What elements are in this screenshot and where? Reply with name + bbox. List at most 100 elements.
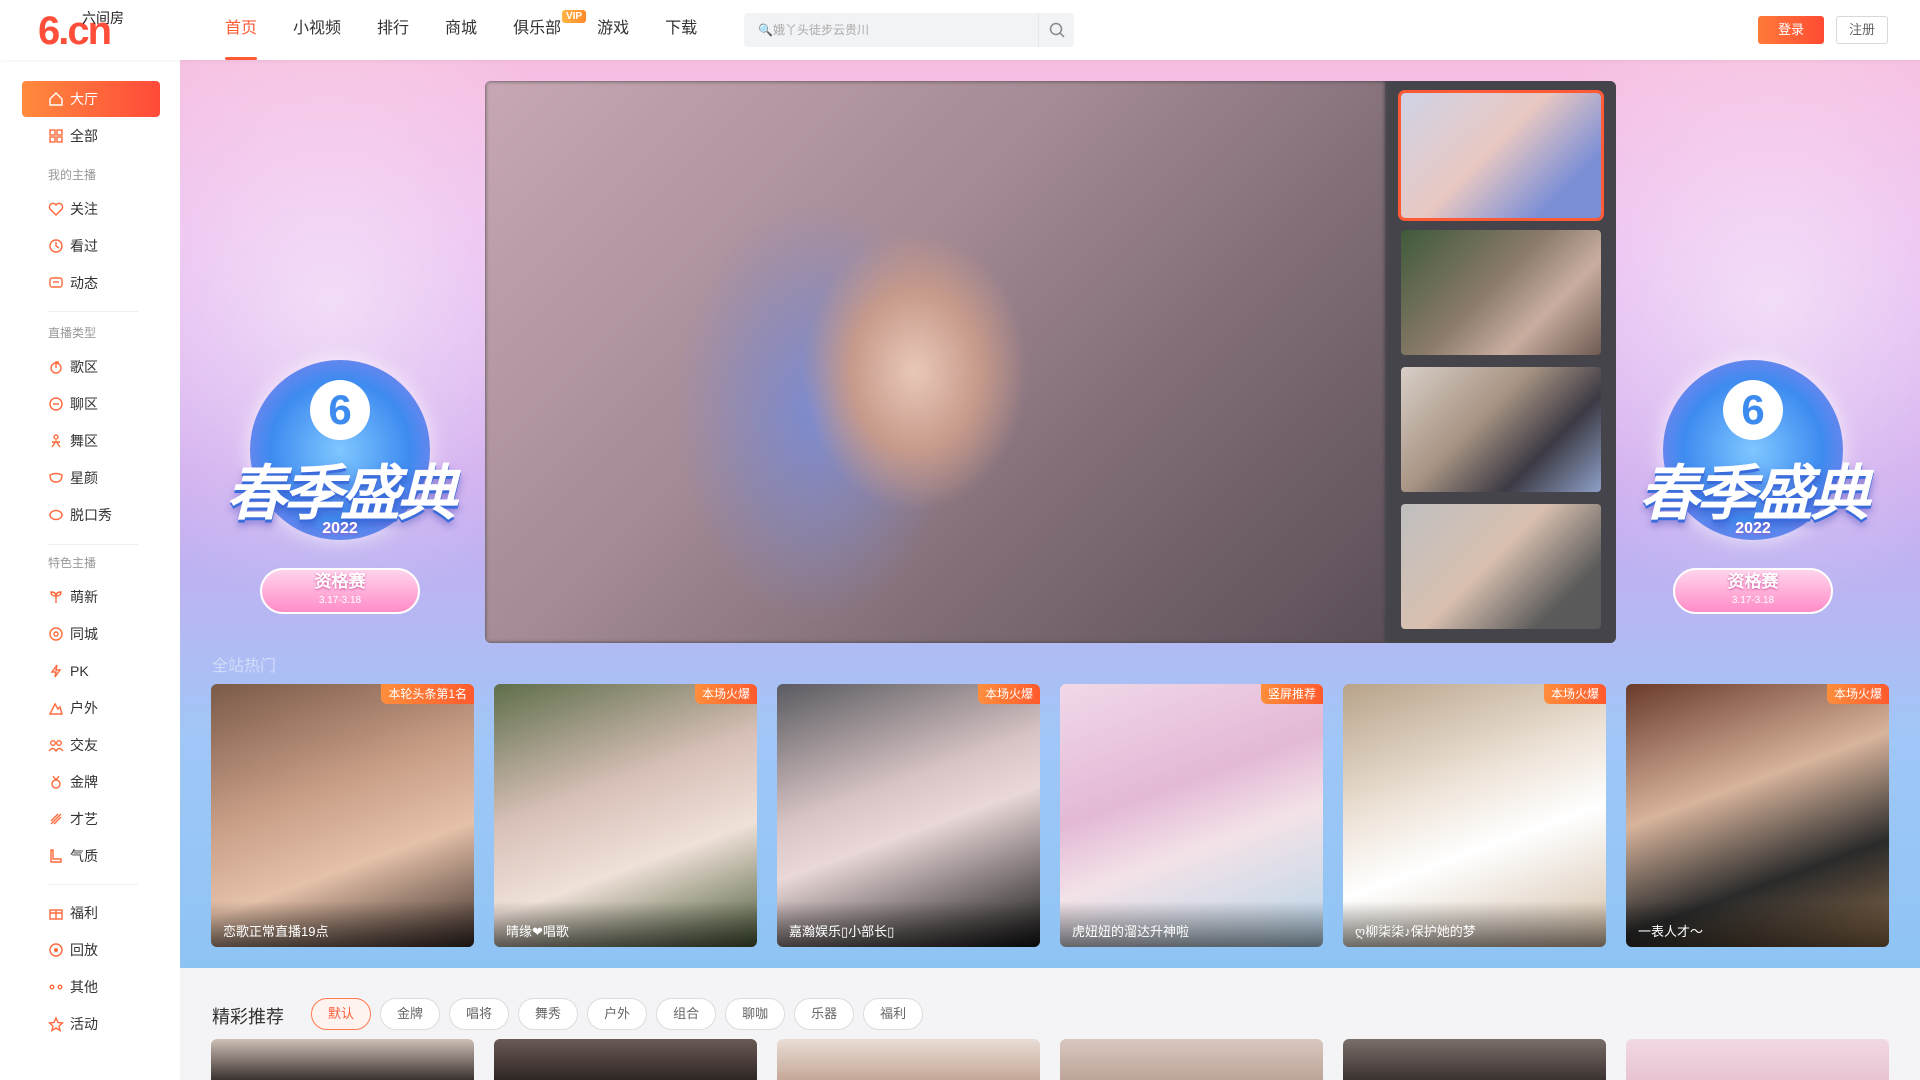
card-caption: 晴缘❤唱歌 <box>494 901 757 947</box>
stream-thumbnail[interactable] <box>1401 367 1601 492</box>
sidebar-item[interactable]: 萌新 <box>22 579 160 615</box>
mountain-icon <box>48 700 64 716</box>
friends-icon <box>48 737 64 753</box>
sidebar-item[interactable]: 聊区 <box>22 386 160 422</box>
live-video[interactable] <box>485 81 1385 643</box>
sidebar-item[interactable]: 才艺 <box>22 801 160 837</box>
sidebar-item-label: 金牌 <box>70 774 98 790</box>
nav-download[interactable]: 下载 <box>650 0 712 60</box>
nav-home[interactable]: 首页 <box>210 0 272 60</box>
filter-tab[interactable]: 户外 <box>587 998 648 1030</box>
recommend-stream-card[interactable] <box>1060 1039 1323 1080</box>
emblem-stage: 资格赛 <box>314 572 366 591</box>
event-emblem-right[interactable]: 6 春季盛典 2022 资格赛 3.17-3.18 <box>1618 350 1888 620</box>
sidebar-item[interactable]: 交友 <box>22 727 160 763</box>
search-icon <box>1049 22 1065 38</box>
sidebar-item[interactable]: 其他 <box>22 969 160 1005</box>
hot-stream-card[interactable]: 本场火爆嘉瀚娱乐▯小部长▯ <box>777 684 1040 947</box>
hot-stream-card[interactable]: 本轮头条第1名 恋歌正常直播19点 <box>211 684 474 947</box>
sidebar-item[interactable]: 回放 <box>22 932 160 968</box>
filter-tab[interactable]: 金牌 <box>380 998 441 1030</box>
filter-tab[interactable]: 默认 <box>311 998 372 1030</box>
card-tag: 本场火爆 <box>977 684 1040 704</box>
sidebar-item-label: 气质 <box>70 848 98 864</box>
card-tag: 本场火爆 <box>1826 684 1889 704</box>
sidebar-item[interactable]: 金牌 <box>22 764 160 800</box>
emblem-stage-pill: 资格赛 3.17-3.18 <box>1673 568 1833 614</box>
nav-club[interactable]: 俱乐部 VIP <box>498 0 587 60</box>
recommend-stream-card[interactable] <box>494 1039 757 1080</box>
sidebar-item[interactable]: PK <box>22 653 160 689</box>
sprout-icon <box>48 589 64 605</box>
recommend-stream-card[interactable] <box>1626 1039 1889 1080</box>
sidebar-item[interactable]: 舞区 <box>22 423 160 459</box>
sidebar-item[interactable]: 动态 <box>22 265 160 301</box>
filter-tab[interactable]: 唱将 <box>449 998 510 1030</box>
mask-icon <box>48 470 64 486</box>
sidebar-item-label: 福利 <box>70 905 98 921</box>
filter-tab[interactable]: 福利 <box>863 998 924 1030</box>
sidebar-divider <box>48 311 138 312</box>
nav-ranking[interactable]: 排行 <box>362 0 424 60</box>
hot-stream-card[interactable]: 竖屏推荐 虎妞妞的溜达升神啦 <box>1060 684 1323 947</box>
register-button[interactable]: 注册 <box>1836 16 1888 44</box>
sidebar-item[interactable]: 福利 <box>22 895 160 931</box>
sidebar-item[interactable]: 气质 <box>22 838 160 874</box>
heart-icon <box>48 201 64 217</box>
recommend-stream-card[interactable] <box>777 1039 1040 1080</box>
filter-tab[interactable]: 乐器 <box>794 998 855 1030</box>
dance-icon <box>48 433 64 449</box>
more-icon <box>48 979 64 995</box>
card-caption: 一表人才～ <box>1626 901 1889 947</box>
top-header: 6.cn 六间房 首页 小视频 排行 商城 俱乐部VIP 游戏 下载 登录 注册 <box>0 0 1920 60</box>
sidebar-item-label: 歌区 <box>70 359 98 375</box>
nav-label: 下载 <box>665 20 698 37</box>
nav-games[interactable]: 游戏 <box>582 0 644 60</box>
clock-icon <box>48 238 64 254</box>
filter-tab[interactable]: 组合 <box>656 998 717 1030</box>
sidebar-item[interactable]: 同城 <box>22 616 160 652</box>
recommend-stream-card[interactable] <box>211 1039 474 1080</box>
search-input[interactable] <box>744 13 1039 47</box>
login-button[interactable]: 登录 <box>1758 16 1824 44</box>
sidebar-item-label: 活动 <box>70 1016 98 1032</box>
emblem-dates: 3.17-3.18 <box>318 595 362 606</box>
filter-tab[interactable]: 舞秀 <box>518 998 579 1030</box>
card-caption: 嘉瀚娱乐▯小部长▯ <box>777 901 1040 947</box>
sidebar-item[interactable]: 活动 <box>22 1006 160 1042</box>
sidebar-item[interactable]: 户外 <box>22 690 160 726</box>
sidebar-item-label: 星颜 <box>70 470 98 486</box>
event-emblem-left[interactable]: 6 春季盛典 2022 资格赛 3.17-3.18 <box>205 350 475 620</box>
stream-thumbnail[interactable] <box>1401 230 1601 355</box>
sidebar-item-label: 舞区 <box>70 433 98 449</box>
logo-subtitle: 六间房 <box>82 10 124 26</box>
featured-player[interactable] <box>485 81 1616 643</box>
boot-icon <box>48 848 64 864</box>
sidebar-item[interactable]: 大厅 <box>22 81 160 117</box>
sidebar-item[interactable]: 脱口秀 <box>22 497 160 533</box>
search-button[interactable] <box>1038 13 1074 47</box>
sidebar-item-label: 关注 <box>70 201 98 217</box>
sidebar-divider <box>48 544 138 545</box>
hot-stream-card[interactable]: 本场火爆 晴缘❤唱歌 <box>494 684 757 947</box>
sidebar-item[interactable]: 看过 <box>22 228 160 264</box>
hot-stream-card[interactable]: 本场火爆 ღ柳柒柒♪保护她的梦 <box>1343 684 1606 947</box>
sidebar-item[interactable]: 歌区 <box>22 349 160 385</box>
site-logo[interactable]: 6.cn 六间房 <box>38 8 138 52</box>
sidebar-item[interactable]: 关注 <box>22 191 160 227</box>
sidebar-item[interactable]: 全部 <box>22 118 160 154</box>
filter-tab[interactable]: 聊咖 <box>725 998 786 1030</box>
nav-shop[interactable]: 商城 <box>430 0 492 60</box>
stream-thumbnail[interactable] <box>1398 90 1604 221</box>
nav-label: 商城 <box>445 20 478 37</box>
recommend-stream-card[interactable] <box>1343 1039 1606 1080</box>
stream-thumbnail[interactable] <box>1401 504 1601 629</box>
left-sidebar: 大厅 全部 我的主播 关注 看过 动态 直播类型 歌区 聊区 舞区 星颜 脱口秀 特色主播 萌新 同城 PK 户… <box>0 60 180 1080</box>
hot-stream-card[interactable]: 本场火爆一表人才～ <box>1626 684 1889 947</box>
emblem-logo: 6 <box>1723 380 1783 440</box>
emblem-title: 春季盛典 <box>226 460 457 527</box>
sidebar-item-label: 其他 <box>70 979 98 995</box>
sidebar-item[interactable]: 星颜 <box>22 460 160 496</box>
nav-short-video[interactable]: 小视频 <box>278 0 356 60</box>
lightning-icon <box>48 663 64 679</box>
